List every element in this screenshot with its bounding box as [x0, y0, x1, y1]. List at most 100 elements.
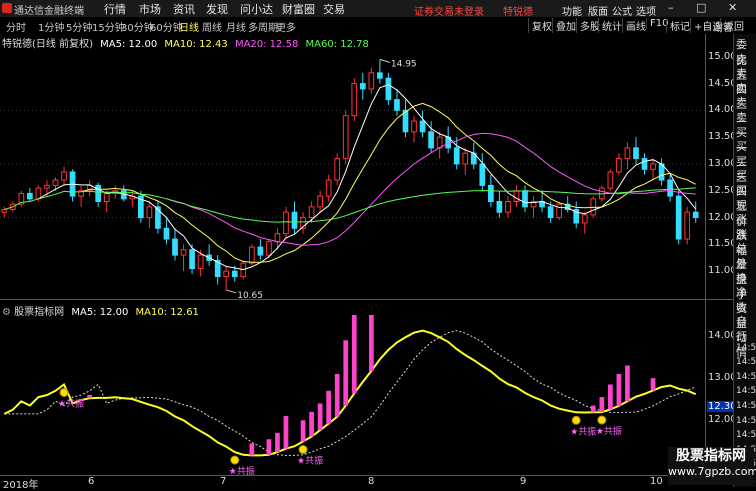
candle-body — [351, 83, 358, 117]
candle-body — [1, 209, 8, 213]
candle-body — [231, 270, 238, 278]
resonance-label: ★共振 — [596, 425, 622, 437]
right-top-label[interactable]: 谢客 — [713, 19, 733, 34]
period-more[interactable]: 更多 — [276, 19, 296, 34]
signal-bar — [650, 378, 656, 391]
tool-huaxian[interactable]: 画线 — [622, 18, 646, 33]
menu-caifuquan[interactable]: 财富圈 — [282, 1, 315, 17]
smiley-icon — [597, 415, 607, 425]
menu-gongneng[interactable]: 功能 — [562, 3, 582, 18]
candle-body — [248, 246, 255, 264]
candle-body — [257, 246, 264, 256]
candle-body — [308, 206, 315, 219]
time-label: 2018年 — [3, 480, 39, 491]
menu-jiaoyi[interactable]: 交易 — [323, 1, 345, 17]
candle-body — [291, 211, 298, 229]
resonance-label: ★共振 — [229, 465, 255, 475]
menu-wenxiaoda[interactable]: 问小达 — [240, 1, 273, 17]
tool-biaoji[interactable]: 标记 — [666, 18, 690, 33]
period-5min[interactable]: 5分钟 — [66, 19, 92, 34]
candle-body — [488, 184, 494, 202]
candle-body — [189, 249, 195, 270]
candle-body — [197, 254, 204, 270]
period-1min[interactable]: 1分钟 — [38, 19, 64, 34]
candle-body — [27, 192, 33, 200]
period-30min[interactable]: 30分钟 — [121, 19, 154, 34]
signal-bar — [317, 403, 323, 431]
tool-tongji[interactable]: 统计 — [598, 18, 622, 33]
signal-bar — [300, 420, 306, 442]
smiley-icon — [298, 445, 308, 455]
signal-bar — [87, 395, 92, 399]
candle-body — [180, 249, 187, 256]
brand-line2: www.7gpzb.com — [668, 465, 756, 478]
signal-bar — [590, 405, 596, 413]
candle-body — [163, 227, 170, 240]
period-weekly[interactable]: 周线 — [202, 19, 222, 34]
menu-zixun[interactable]: 资讯 — [173, 1, 195, 17]
minimize-icon[interactable]: – — [668, 1, 674, 14]
candle-body — [522, 190, 528, 208]
period-15min[interactable]: 15分钟 — [92, 19, 125, 34]
candle-body — [274, 233, 281, 243]
candle-body — [556, 203, 562, 219]
panel-divider — [0, 299, 733, 300]
menu-shichang[interactable]: 市场 — [139, 1, 161, 17]
time-label: 10 — [650, 476, 663, 487]
signal-bar — [368, 315, 374, 371]
quote-panel-item[interactable]: 14:50 — [736, 430, 756, 440]
menu-xuanxiang[interactable]: 选项 — [636, 3, 656, 18]
candle-body — [624, 147, 631, 160]
candle-body — [283, 211, 289, 235]
period-60min[interactable]: 60分钟 — [150, 19, 183, 34]
time-label: 9 — [520, 476, 527, 487]
stock-link[interactable]: 特锐德 — [503, 3, 533, 18]
maximize-icon[interactable]: □ — [696, 1, 706, 14]
smiley-icon — [230, 455, 240, 465]
low-label: 10.65 — [237, 291, 263, 298]
period-monthly[interactable]: 月线 — [226, 19, 246, 34]
menu-gongshi[interactable]: 公式 — [612, 3, 632, 18]
period-fenshi[interactable]: 分时 — [6, 19, 26, 34]
menu-faxian[interactable]: 发现 — [206, 1, 228, 17]
candle-body — [368, 72, 375, 90]
candle-body — [428, 131, 434, 149]
candle-body — [419, 120, 426, 133]
period-multi[interactable]: 多周期 — [248, 19, 278, 34]
login-notice[interactable]: 证券交易未登录 — [414, 3, 484, 18]
signal-bar — [608, 384, 613, 410]
menu-hangqing[interactable]: 行情 — [104, 1, 126, 17]
quote-panel-item[interactable]: 14:50 — [736, 357, 756, 367]
period-daily[interactable]: 日线 — [179, 19, 199, 34]
tool-fuquan[interactable]: 复权 — [528, 18, 552, 33]
candle-body — [513, 190, 520, 202]
indicator-chart[interactable]: ★共振★共振★共振★共振 ★共振 — [0, 315, 705, 475]
candle-body — [633, 147, 639, 160]
quote-panel-item[interactable]: 14:50 — [736, 343, 756, 353]
tool-duogu[interactable]: 多股 — [576, 18, 600, 33]
signal-bar — [309, 411, 314, 437]
candle-body — [359, 83, 366, 90]
candle-body — [61, 171, 67, 181]
menu-banmian[interactable]: 版面 — [588, 3, 608, 18]
quote-panel-item[interactable]: 14:50 — [736, 372, 756, 382]
quote-panel-item[interactable]: 14:50 — [736, 401, 756, 411]
quote-panel-item[interactable]: 14:50 — [736, 386, 756, 396]
time-label: 7 — [220, 476, 227, 487]
candle-body — [223, 270, 230, 278]
candle-body — [44, 184, 50, 189]
quote-panel-item[interactable]: 14:50 — [736, 416, 756, 426]
ma5-line — [38, 84, 697, 271]
candle-body — [411, 120, 417, 133]
candle-body — [342, 115, 349, 160]
candle-body — [479, 163, 486, 186]
candlestick-chart[interactable]: 14.95 10.65 — [0, 46, 705, 298]
candle-body — [505, 200, 511, 213]
candle-body — [172, 238, 178, 256]
ma10-line — [80, 102, 696, 263]
close-icon[interactable]: ✕ — [728, 1, 737, 14]
candle-body — [667, 179, 673, 197]
candle-body — [692, 211, 699, 219]
tool-diejia[interactable]: 叠加 — [552, 18, 576, 33]
candle-body — [607, 171, 614, 189]
